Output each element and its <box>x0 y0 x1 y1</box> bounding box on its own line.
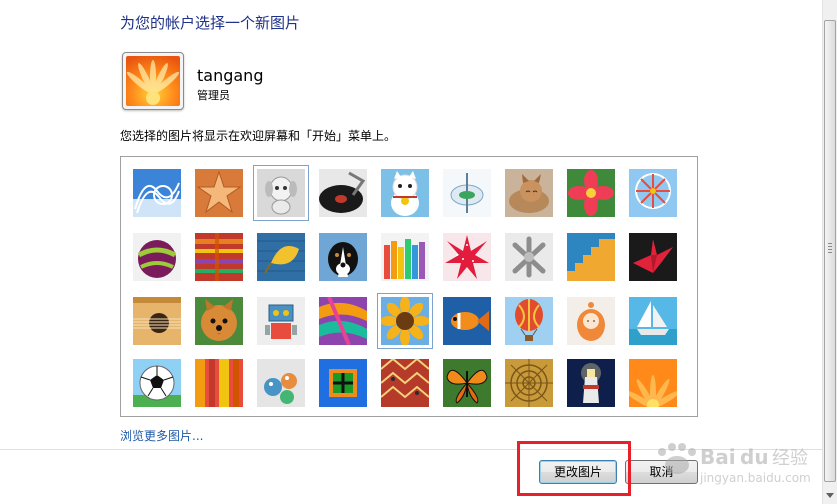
picture-scarf[interactable] <box>319 297 367 345</box>
picture-stairs[interactable] <box>567 233 615 281</box>
picture-stripes[interactable] <box>195 359 243 407</box>
picture-leaf[interactable] <box>257 233 305 281</box>
picture-fabric[interactable] <box>195 233 243 281</box>
scrollbar-grip-icon <box>828 243 832 253</box>
avatar-flower-picture <box>126 56 180 106</box>
svg-text:jingyan.baidu.com: jingyan.baidu.com <box>699 471 811 485</box>
baidu-watermark: Bai du 经验 jingyan.baidu.com <box>640 432 820 492</box>
picture-rug[interactable] <box>381 359 429 407</box>
picture-dog[interactable] <box>319 233 367 281</box>
picture-basket[interactable] <box>505 359 553 407</box>
picture-pomeranian[interactable] <box>195 297 243 345</box>
picture-toy-robot[interactable] <box>257 297 305 345</box>
picture-gallery <box>120 156 698 417</box>
picture-ball[interactable] <box>133 233 181 281</box>
picture-sunflower[interactable] <box>377 293 433 349</box>
user-role: 管理员 <box>197 89 230 102</box>
picture-guitar[interactable] <box>133 297 181 345</box>
picture-paper-crane[interactable] <box>629 233 677 281</box>
picture-lighthouse[interactable] <box>567 359 615 407</box>
picture-hot-air-balloon[interactable] <box>505 297 553 345</box>
picture-lucky-cat[interactable] <box>381 169 429 217</box>
picture-doll[interactable] <box>567 297 615 345</box>
picture-crayons[interactable] <box>381 233 429 281</box>
picture-red-flower[interactable] <box>567 169 615 217</box>
svg-text:Bai: Bai <box>700 445 736 469</box>
svg-text:du: du <box>740 445 769 469</box>
scroll-down-arrow-icon[interactable] <box>826 493 834 498</box>
browse-more-link[interactable]: 浏览更多图片... <box>120 427 203 444</box>
scrollbar-thumb[interactable] <box>824 20 836 482</box>
picture-orange-flower[interactable] <box>629 359 677 407</box>
picture-soccer-ball[interactable] <box>133 359 181 407</box>
picture-kitten[interactable] <box>505 169 553 217</box>
annotation-highlight-box <box>517 441 631 496</box>
picture-robot-dog[interactable] <box>253 165 309 221</box>
picture-description: 您选择的图片将显示在欢迎屏幕和「开始」菜单上。 <box>120 129 397 143</box>
picture-jacks[interactable] <box>505 233 553 281</box>
user-name: tangang <box>197 66 264 85</box>
svg-text:经验: 经验 <box>772 448 808 469</box>
picture-starfish[interactable] <box>195 169 243 217</box>
picture-spinning-top[interactable] <box>443 169 491 217</box>
picture-marbles[interactable] <box>257 359 305 407</box>
page-title: 为您的帐户选择一个新图片 <box>120 14 301 32</box>
picture-butterfly[interactable] <box>443 359 491 407</box>
picture-sailboat[interactable] <box>629 297 677 345</box>
current-avatar <box>122 52 184 110</box>
picture-record-player[interactable] <box>319 169 367 217</box>
picture-fish[interactable] <box>443 297 491 345</box>
picture-roller-coaster[interactable] <box>133 169 181 217</box>
picture-ferris-wheel[interactable] <box>629 169 677 217</box>
picture-window[interactable] <box>319 359 367 407</box>
picture-paper-star[interactable] <box>443 233 491 281</box>
vertical-scrollbar[interactable] <box>822 0 837 504</box>
